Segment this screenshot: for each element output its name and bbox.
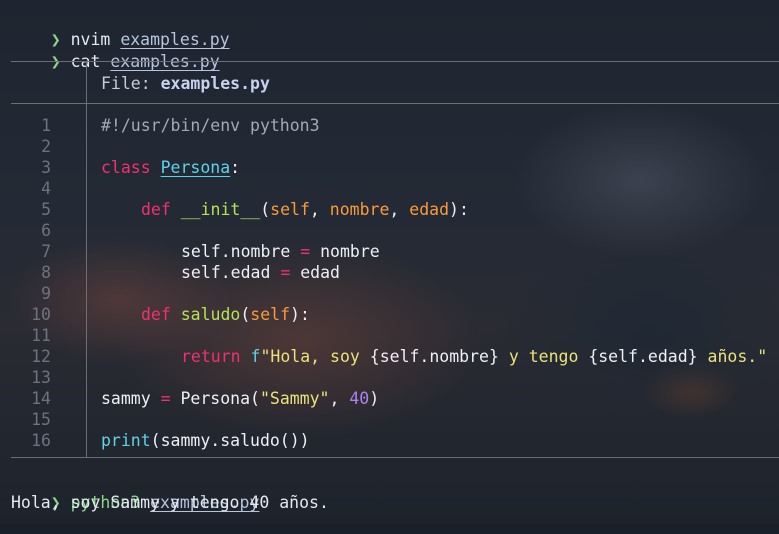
- code-line-assign-nombre: self.nombre = nombre: [181, 241, 380, 262]
- string: años.": [697, 347, 768, 366]
- fstring-prefix: f: [250, 347, 261, 366]
- interpolation: {self.nombre}: [369, 347, 499, 366]
- keyword: def: [141, 200, 171, 219]
- code-line-saludo-def: def saludo(self):: [141, 304, 310, 325]
- line-number: 11: [31, 326, 51, 345]
- code-line-return: return f"Hola, soy {self.nombre} y tengo…: [181, 346, 767, 367]
- line-number: 4: [41, 179, 51, 198]
- line-number: 1: [41, 116, 51, 135]
- viewer-header-border: [11, 103, 779, 104]
- line-number-gutter-divider: [86, 103, 87, 457]
- class-name: Persona: [160, 158, 231, 177]
- identifier: self.nombre: [181, 242, 301, 261]
- punctuation: (: [260, 200, 271, 219]
- line-number: 14: [31, 389, 51, 408]
- punctuation: (: [240, 305, 251, 324]
- punctuation: :: [230, 158, 241, 177]
- operator: =: [300, 242, 311, 261]
- string: "Hola, soy: [260, 347, 370, 366]
- string: y tengo: [498, 347, 589, 366]
- string: "Sammy": [259, 389, 330, 408]
- command-line-nvim: ❯ nvim examples.py: [11, 8, 230, 49]
- punctuation: ): [369, 389, 380, 408]
- parameter: self: [250, 305, 291, 324]
- code-line-print: print(sammy.saludo()): [101, 430, 310, 451]
- viewer-top-border: [11, 61, 779, 62]
- line-number: 5: [41, 200, 51, 219]
- identifier: nombre: [310, 242, 380, 261]
- keyword: return: [181, 347, 241, 366]
- file-header-name: examples.py: [160, 74, 270, 93]
- function-name: saludo: [180, 305, 241, 324]
- code-line-init-def: def __init__(self, nombre, edad):: [141, 199, 469, 220]
- line-number: 9: [41, 284, 51, 303]
- parameter: edad: [409, 200, 450, 219]
- file-header: File: examples.py: [101, 73, 270, 94]
- identifier: sammy: [101, 389, 161, 408]
- viewer-header-divider: [86, 61, 87, 104]
- line-number: 12: [31, 347, 51, 366]
- line-number: 6: [41, 221, 51, 240]
- file-header-label: File:: [101, 74, 161, 93]
- program-output: Hola, soy Sammy y tengo 40 años.: [11, 493, 329, 512]
- viewer-bottom-border: [11, 457, 779, 458]
- keyword: class: [101, 158, 151, 177]
- code-line-shebang: #!/usr/bin/env python3: [101, 116, 320, 135]
- punctuation: ,: [309, 200, 330, 219]
- line-number: 7: [41, 242, 51, 261]
- punctuation: ,: [329, 389, 350, 408]
- line-number: 2: [41, 137, 51, 156]
- function-name: __init__: [180, 200, 261, 219]
- identifier: Persona(: [170, 389, 260, 408]
- identifier: self.edad: [181, 263, 281, 282]
- punctuation: ):: [449, 200, 469, 219]
- command-line-cat: ❯ cat examples.py: [11, 30, 220, 71]
- line-number: 3: [41, 158, 51, 177]
- command-line-python3: ❯ python3 examples.py: [11, 471, 260, 512]
- code-line-instance: sammy = Persona("Sammy", 40): [101, 388, 379, 409]
- code-line-assign-edad: self.edad = edad: [181, 262, 340, 283]
- line-number: 16: [31, 431, 51, 450]
- builtin-function: print: [101, 431, 151, 450]
- parameter: self: [270, 200, 310, 219]
- parameter: nombre: [329, 200, 390, 219]
- identifier: (sammy.saludo()): [150, 431, 310, 450]
- line-number: 8: [41, 263, 51, 282]
- terminal-window[interactable]: ❯ nvim examples.py ❯ cat examples.py Fil…: [0, 0, 779, 523]
- line-number: 15: [31, 410, 51, 429]
- code-line-class-def: class Persona:: [101, 157, 240, 178]
- operator: =: [280, 263, 291, 282]
- interpolation: {self.edad}: [588, 347, 698, 366]
- line-number: 10: [31, 305, 51, 324]
- identifier: edad: [290, 263, 340, 282]
- operator: =: [160, 389, 171, 408]
- punctuation: ):: [290, 305, 310, 324]
- number: 40: [349, 389, 370, 408]
- punctuation: ,: [389, 200, 410, 219]
- keyword: def: [141, 305, 171, 324]
- line-number: 13: [31, 368, 51, 387]
